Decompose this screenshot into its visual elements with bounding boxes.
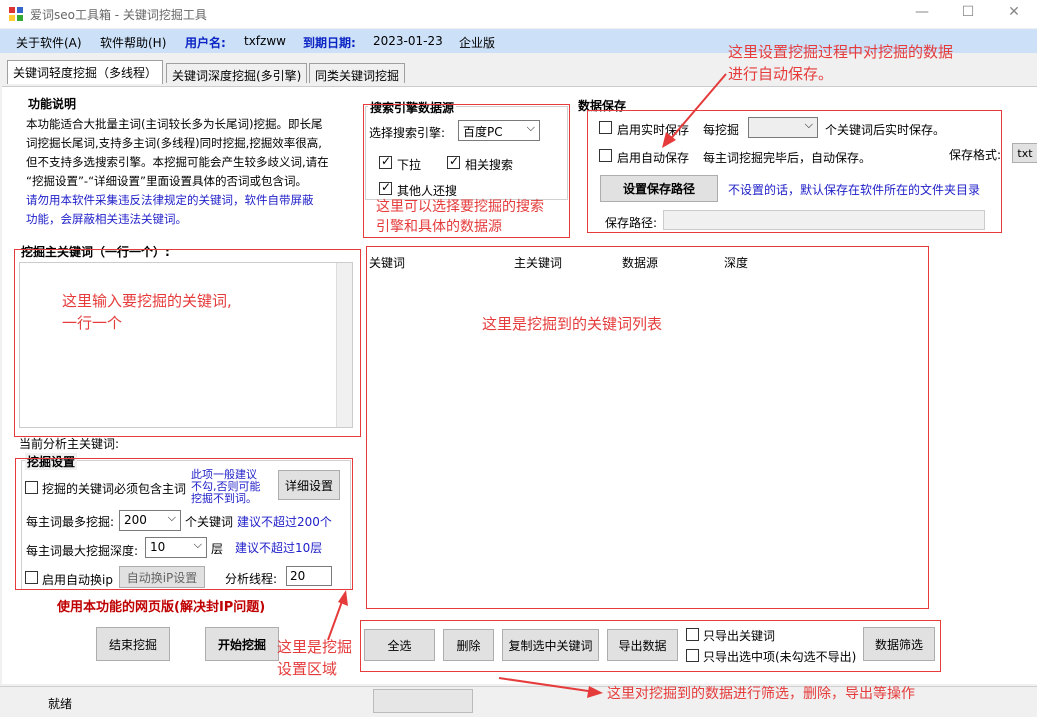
path-label: 保存路径: [605,216,658,230]
user-name: txfzww [244,34,286,48]
tab-light-mining[interactable]: 关键词轻度挖掘（多线程） [7,60,164,84]
autosave-desc: 每主词挖掘完毕后，自动保存。 [703,151,872,165]
minimize-icon[interactable]: — [910,4,934,22]
input-annotation: 这里输入要挖掘的关键词, 一行一个 [62,292,232,332]
ops-annotation: 这里对挖掘到的数据进行筛选，删除，导出等操作 [607,686,915,702]
delete-button[interactable]: 删除 [443,629,494,661]
save-path-field[interactable] [663,210,985,230]
input-highlight [14,249,361,437]
func-desc-group: 功能说明 本功能适合大批量主词(主词较长多为长尾词)挖掘。即长尾 词挖掘长尾词,支… [24,95,354,235]
set-path-button[interactable]: 设置保存路径 [600,175,718,202]
expire-date: 2023-01-23 [373,34,443,48]
window-title: 爱词seo工具箱 - 关键词挖掘工具 [30,8,207,22]
func-desc-text: 本功能适合大批量主词(主词较长多为长尾词)挖掘。即长尾 词挖掘长尾词,支持多主词(… [26,117,329,226]
save-annotation: 这里设置挖掘过程中对挖掘的数据 进行自动保存。 [728,43,954,83]
app-icon [9,7,23,21]
current-keyword-label: 当前分析主关键词: [19,437,120,451]
settings-highlight [15,458,353,590]
tab-deep-mining[interactable]: 关键词深度挖掘(多引擎) [166,63,308,83]
export-button[interactable]: 导出数据 [607,629,678,661]
path-note: 不设置的话，默认保存在软件所在的文件夹目录 [728,183,981,197]
menu-help[interactable]: 软件帮助(H) [100,34,166,51]
cb-realtime[interactable] [599,121,612,134]
engine-annotation: 这里可以选择要挖掘的搜索 引擎和具体的数据源 [376,199,544,235]
filter-button[interactable]: 数据筛选 [863,627,935,661]
expire-label: 到期日期: [303,36,356,50]
status-text: 就绪 [48,697,73,711]
copy-button[interactable]: 复制选中关键词 [502,629,599,661]
autosave-label: 启用自动保存 [617,151,690,165]
func-desc-title: 功能说明 [26,95,79,112]
menu-about[interactable]: 关于软件(A) [16,34,82,51]
settings-arrow-icon [327,590,348,641]
only-selected-label: 只导出选中项(未勾选不导出) [703,650,857,664]
realtime-count-select[interactable] [748,117,818,138]
progress-bar [373,689,473,713]
stop-button[interactable]: 结束挖掘 [96,627,170,661]
user-label: 用户名: [185,36,226,50]
after-label: 个关键词后实时保存。 [825,123,946,137]
cb-autosave[interactable] [599,149,612,162]
tab-similar-mining[interactable]: 同类关键词挖掘 [309,63,406,83]
format-label: 保存格式: [949,148,1002,162]
close-icon[interactable]: ✕ [1002,4,1026,22]
maximize-icon[interactable]: ☐ [956,4,980,22]
save-arrow-icon [662,73,727,148]
cb-only-selected[interactable] [686,649,699,662]
start-button[interactable]: 开始挖掘 [205,627,279,661]
only-keyword-label: 只导出关键词 [703,629,776,643]
ops-arrow-icon [498,677,603,698]
select-all-button[interactable]: 全选 [364,629,435,661]
table-highlight [366,246,929,609]
title-bar: 爱词seo工具箱 - 关键词挖掘工具 — ☐ ✕ [0,0,1037,28]
cb-only-keyword[interactable] [686,628,699,641]
web-version-link[interactable]: 使用本功能的网页版(解决封IP问题) [57,596,265,615]
list-annotation: 这里是挖掘到的关键词列表 [482,315,663,333]
format-select[interactable]: txt [1012,143,1037,163]
edition: 企业版 [459,36,496,50]
